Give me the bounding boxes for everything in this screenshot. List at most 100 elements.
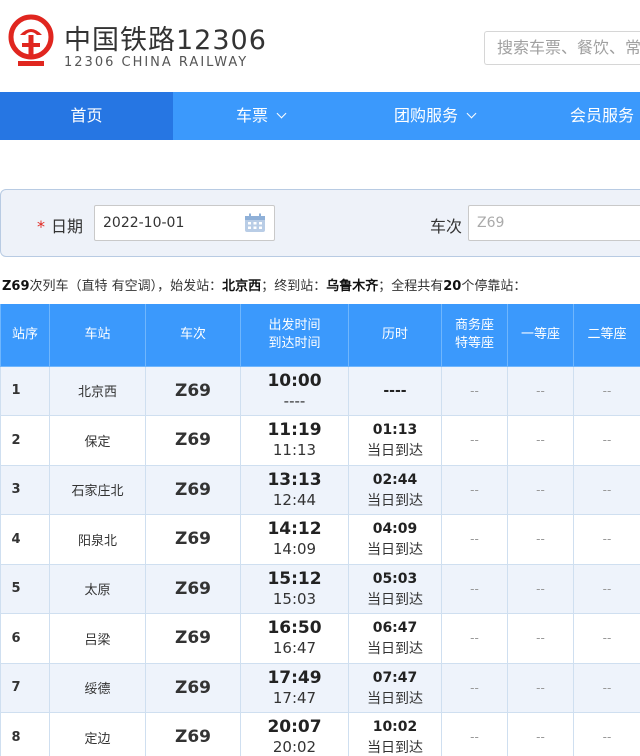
- arrival-time: 14:09: [272, 540, 317, 559]
- chevron-down-icon: [466, 108, 477, 119]
- business-seat-cell: --: [441, 415, 508, 466]
- stop-seq: 8: [0, 712, 50, 756]
- stop-seq: 3: [0, 464, 50, 515]
- arrival-time: 15:03: [272, 589, 317, 608]
- duration-value: 10:02: [372, 719, 418, 736]
- business-seat-cell: --: [441, 563, 508, 614]
- station-name: 阳泉北: [49, 514, 146, 565]
- table-row[interactable]: 3 石家庄北 Z69 13:13 12:44 02:44 当日到达 -- -- --: [0, 464, 640, 515]
- arrival-time: 12:44: [272, 490, 317, 509]
- second-class-cell: --: [573, 365, 640, 416]
- business-seat-cell: --: [441, 662, 508, 713]
- train-code: Z69: [145, 563, 241, 614]
- first-class-cell: --: [507, 464, 574, 515]
- time-cell: 17:49 17:47: [240, 662, 349, 713]
- col-time-arr: 到达时间: [268, 335, 321, 351]
- first-class-cell: --: [507, 613, 574, 664]
- departure-time: 17:49: [267, 667, 322, 688]
- table-row[interactable]: 6 吕梁 Z69 16:50 16:47 06:47 当日到达 -- -- --: [0, 613, 640, 664]
- duration-cell: ----: [348, 365, 442, 416]
- summary-text: ；终到站：: [261, 279, 327, 294]
- col-second-class: 二等座: [573, 304, 640, 367]
- nav-tickets[interactable]: 车票: [173, 92, 348, 140]
- col-biz-2: 特等座: [454, 335, 494, 351]
- second-class-cell: --: [573, 415, 640, 466]
- summary-text: 次列车（直特 有空调），始发站：: [29, 279, 223, 294]
- chevron-down-icon: [276, 108, 287, 119]
- station-name: 吕梁: [49, 613, 146, 664]
- stop-seq: 5: [0, 563, 50, 614]
- duration-cell: 06:47 当日到达: [348, 613, 442, 664]
- first-class-cell: --: [507, 662, 574, 713]
- departure-time: 11:19: [267, 420, 322, 441]
- train-code: Z69: [145, 365, 241, 416]
- summary-text: ；全程共有: [378, 279, 444, 294]
- nav-group-service[interactable]: 团购服务: [348, 92, 521, 140]
- table-row[interactable]: 5 太原 Z69 15:12 15:03 05:03 当日到达 -- -- --: [0, 563, 640, 614]
- brand-subtitle: 12306 CHINA RAILWAY: [64, 55, 249, 70]
- train-number-input[interactable]: Z69: [468, 205, 640, 241]
- arrival-time: 16:47: [272, 639, 317, 658]
- table-row[interactable]: 2 保定 Z69 11:19 11:13 01:13 当日到达 -- -- --: [0, 415, 640, 466]
- train-code: Z69: [145, 415, 241, 466]
- duration-note: 当日到达: [367, 740, 423, 756]
- time-cell: 16:50 16:47: [240, 613, 349, 664]
- col-biz-1: 商务座: [454, 317, 494, 333]
- china-railway-logo[interactable]: [6, 13, 56, 71]
- table-row[interactable]: 4 阳泉北 Z69 14:12 14:09 04:09 当日到达 -- -- --: [0, 514, 640, 565]
- train-label: 车次: [430, 217, 463, 236]
- arrival-time: 11:13: [272, 441, 317, 460]
- station-name: 太原: [49, 563, 146, 614]
- duration-cell: 05:03 当日到达: [348, 563, 442, 614]
- date-label-text: 日期: [51, 217, 84, 236]
- second-class-cell: --: [573, 613, 640, 664]
- duration-note: 当日到达: [367, 690, 423, 707]
- col-time-dep: 出发时间: [268, 317, 321, 333]
- train-code: Z69: [145, 613, 241, 664]
- departure-time: 16:50: [267, 618, 322, 639]
- duration-value: 02:44: [372, 471, 418, 488]
- train-code: Z69: [145, 514, 241, 565]
- brand-title: 中国铁路12306: [64, 25, 267, 56]
- duration-note: 当日到达: [367, 591, 423, 608]
- duration-value: ----: [383, 382, 407, 399]
- duration-value: 04:09: [372, 521, 418, 538]
- arrival-time: 20:02: [272, 738, 317, 756]
- second-class-cell: --: [573, 514, 640, 565]
- date-value: 2022-10-01: [103, 215, 185, 231]
- time-cell: 20:07 20:02: [240, 712, 349, 756]
- site-search-input[interactable]: 搜索车票、餐饮、常: [484, 31, 640, 65]
- duration-cell: 07:47 当日到达: [348, 662, 442, 713]
- time-cell: 15:12 15:03: [240, 563, 349, 614]
- duration-cell: 02:44 当日到达: [348, 464, 442, 515]
- stop-table-container: 站序 车站 车次 出发时间 到达时间 历时 商务座 特等座 一等座 二等座 1 北京西…: [0, 304, 640, 756]
- first-class-cell: --: [507, 712, 574, 756]
- required-mark: *: [37, 217, 45, 236]
- nav-member-service-label: 会员服务: [570, 106, 635, 125]
- station-name: 北京西: [49, 365, 146, 416]
- duration-note: 当日到达: [367, 492, 423, 509]
- business-seat-cell: --: [441, 464, 508, 515]
- duration-note: 当日到达: [367, 443, 423, 460]
- stop-seq: 2: [0, 415, 50, 466]
- train-summary: Z69次列车（直特 有空调），始发站：北京西；终到站：乌鲁木齐；全程共有20个停…: [2, 275, 526, 294]
- col-time: 出发时间 到达时间: [240, 304, 349, 367]
- summary-stop-count: 20: [443, 279, 462, 294]
- stop-seq: 1: [0, 365, 50, 416]
- stop-seq: 4: [0, 514, 50, 565]
- second-class-cell: --: [573, 464, 640, 515]
- duration-note: 当日到达: [367, 641, 423, 658]
- departure-time: 13:13: [267, 469, 322, 490]
- duration-cell: 04:09 当日到达: [348, 514, 442, 565]
- stop-table: 站序 车站 车次 出发时间 到达时间 历时 商务座 特等座 一等座 二等座 1 北京西…: [0, 304, 640, 756]
- nav-home[interactable]: 首页: [0, 92, 173, 140]
- col-seq: 站序: [0, 304, 50, 367]
- second-class-cell: --: [573, 662, 640, 713]
- table-row[interactable]: 7 绥德 Z69 17:49 17:47 07:47 当日到达 -- -- --: [0, 662, 640, 713]
- duration-cell: 01:13 当日到达: [348, 415, 442, 466]
- table-row[interactable]: 1 北京西 Z69 10:00 ---- ---- -- -- --: [0, 365, 640, 416]
- nav-member-service[interactable]: 会员服务: [552, 92, 640, 140]
- table-row[interactable]: 8 定边 Z69 20:07 20:02 10:02 当日到达 -- -- --: [0, 712, 640, 756]
- date-field[interactable]: 2022-10-01: [94, 205, 275, 241]
- calendar-icon[interactable]: [244, 213, 266, 233]
